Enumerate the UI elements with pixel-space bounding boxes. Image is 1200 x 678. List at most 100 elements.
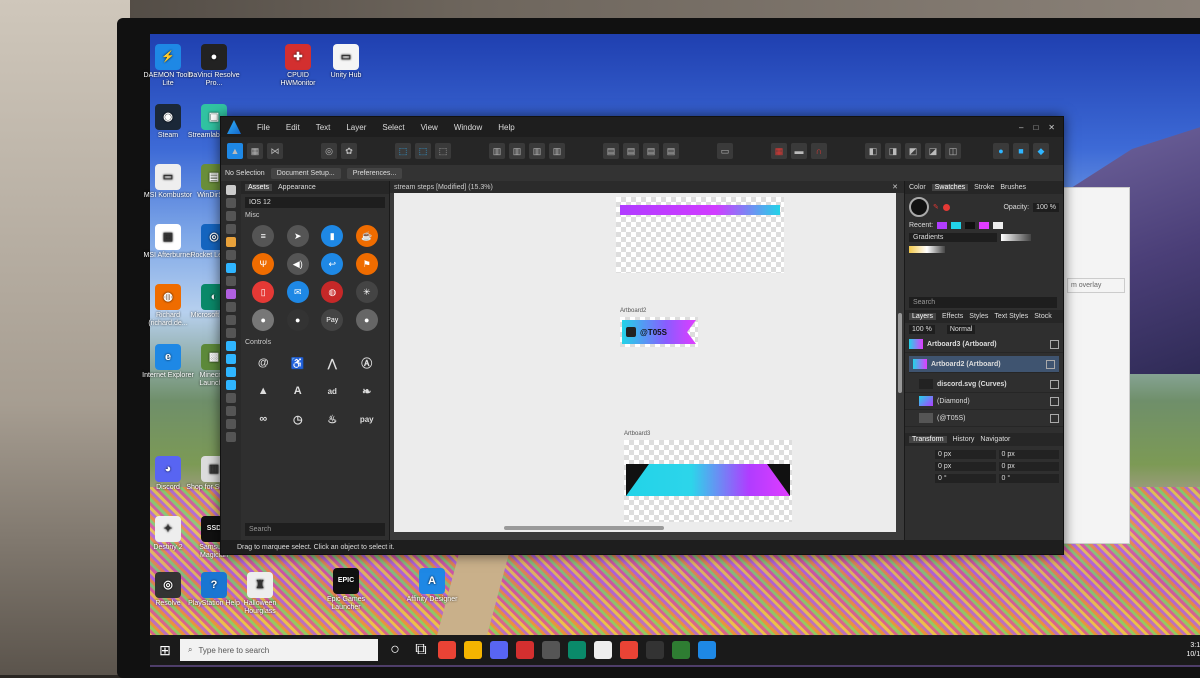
asset-icon[interactable]: ● [286, 309, 309, 331]
assistant-icon[interactable]: ● [993, 143, 1009, 159]
transform-icon[interactable]: ⬚ [415, 143, 431, 159]
section-controls[interactable]: Controls [245, 339, 385, 346]
layer-visibility-checkbox[interactable] [1050, 413, 1059, 423]
gradient-tool-icon[interactable] [226, 289, 236, 299]
control-asset-icon[interactable]: ❧ [356, 380, 378, 402]
control-asset-icon[interactable]: ⋀ [321, 352, 343, 374]
boolean-add-icon[interactable]: ◧ [865, 143, 881, 159]
desktop-icon[interactable]: A Affinity Designer [404, 568, 460, 604]
layer-row[interactable]: (Diamond) [905, 393, 1063, 410]
notepad-icon[interactable] [594, 641, 612, 659]
order-back-icon[interactable]: ▤ [603, 143, 619, 159]
pen-tool-icon[interactable] [226, 237, 236, 247]
preferences-button[interactable]: Preferences... [346, 167, 403, 179]
asset-icon[interactable]: ◍ [321, 281, 344, 303]
hand-tool-icon[interactable] [226, 419, 236, 429]
layer-row[interactable]: discord.svg (Curves) [905, 376, 1063, 393]
transform-h[interactable]: 0 px [998, 462, 1059, 471]
section-misc[interactable]: Misc [245, 212, 385, 219]
msi-icon[interactable] [646, 641, 664, 659]
layer-visibility-checkbox[interactable] [1050, 339, 1059, 349]
tab-swatches[interactable]: Swatches [931, 184, 969, 191]
rectangle-tool-icon[interactable] [226, 341, 236, 351]
pixel-persona-icon[interactable]: ▦ [247, 143, 263, 159]
edge-icon[interactable] [568, 641, 586, 659]
menu-window[interactable]: Window [446, 123, 490, 132]
affinity-taskbar-icon[interactable] [698, 641, 716, 659]
artboard-3[interactable] [624, 440, 792, 522]
place-image-tool-icon[interactable] [226, 315, 236, 325]
close-icon[interactable]: ✕ [1048, 123, 1055, 132]
pasteboard[interactable]: Artboard2 @T05S Artboard3 [394, 193, 902, 532]
tab-text-styles[interactable]: Text Styles [994, 313, 1028, 320]
document-title[interactable]: stream steps [Modified] (15.3%) [394, 184, 493, 191]
stream-banner[interactable]: @T05S [622, 320, 696, 344]
node-tool-icon[interactable] [226, 211, 236, 221]
artboard-2[interactable]: @T05S [620, 317, 698, 347]
export-persona-icon[interactable]: ⋈ [267, 143, 283, 159]
recent-swatch-black[interactable] [965, 222, 976, 229]
tab-styles[interactable]: Styles [969, 313, 988, 320]
swatches-search-input[interactable]: Search [909, 297, 1057, 308]
tab-appearance[interactable]: Appearance [278, 184, 316, 191]
asset-icon[interactable]: ⚑ [355, 253, 378, 275]
select-box-icon[interactable]: ⬚ [395, 143, 411, 159]
swatch-category-select[interactable]: Gradients [909, 233, 997, 242]
desktop-icon[interactable]: EPIC Epic Games Launcher [318, 568, 374, 612]
picker-tool-icon[interactable] [226, 406, 236, 416]
transparency-tool-icon[interactable] [226, 302, 236, 312]
flip-icon[interactable]: ▤ [643, 143, 659, 159]
tab-stroke[interactable]: Stroke [974, 184, 994, 191]
designer-persona-icon[interactable]: ▲ [227, 143, 243, 159]
discord-taskbar-icon[interactable] [490, 641, 508, 659]
control-asset-icon[interactable]: ♿ [287, 352, 309, 374]
layer-opacity[interactable]: 100 % [909, 325, 935, 334]
tab-transform[interactable]: Transform [909, 436, 947, 443]
snapping-icon[interactable]: ◎ [321, 143, 337, 159]
brush-tool-icon[interactable] [226, 263, 236, 273]
menu-file[interactable]: File [249, 123, 278, 132]
recent-swatch-purple[interactable] [937, 222, 948, 229]
cortana-icon[interactable]: ○ [386, 641, 404, 659]
asset-icon[interactable]: Pay [321, 309, 344, 331]
align-center-icon[interactable]: ▥ [509, 143, 525, 159]
layer-visibility-checkbox[interactable] [1046, 359, 1055, 369]
transform-w[interactable]: 0 px [998, 450, 1059, 459]
move-tool-icon[interactable] [226, 185, 236, 195]
document-setup-button[interactable]: Document Setup... [270, 167, 341, 179]
transform-shear[interactable]: 0 ° [998, 474, 1059, 483]
chrome-2-icon[interactable] [620, 641, 638, 659]
crop-tool-icon[interactable] [226, 328, 236, 338]
corner-icon[interactable]: ⬚ [435, 143, 451, 159]
arrange-icon[interactable]: ✿ [341, 143, 357, 159]
recent-swatch-cyan[interactable] [951, 222, 962, 229]
text-tool-icon[interactable] [226, 393, 236, 403]
menu-view[interactable]: View [413, 123, 446, 132]
menu-edit[interactable]: Edit [278, 123, 308, 132]
order-front-icon[interactable]: ▤ [623, 143, 639, 159]
asset-icon[interactable]: ☕ [355, 225, 378, 247]
menu-select[interactable]: Select [374, 123, 412, 132]
boolean-intersect-icon[interactable]: ◩ [905, 143, 921, 159]
asset-icon[interactable]: ▮ [321, 225, 344, 247]
tab-history[interactable]: History [953, 436, 975, 443]
asset-icon[interactable]: Ψ [252, 253, 275, 275]
asset-icon[interactable]: ✳ [355, 281, 378, 303]
control-asset-icon[interactable]: Ⓐ [356, 352, 378, 374]
chrome-icon[interactable] [438, 641, 456, 659]
canvas-area[interactable]: stream steps [Modified] (15.3%) ✕ Artboa… [390, 181, 904, 540]
boolean-divide-icon[interactable]: ◫ [945, 143, 961, 159]
tab-color[interactable]: Color [909, 184, 926, 191]
align-right-icon[interactable]: ▥ [529, 143, 545, 159]
blend-mode-select[interactable]: Normal [946, 325, 976, 334]
rounded-rect-tool-icon[interactable] [226, 367, 236, 377]
rotate-icon[interactable]: ▤ [663, 143, 679, 159]
asset-icon[interactable]: ↩ [321, 253, 344, 275]
snap-toggle-icon[interactable]: ▬ [791, 143, 807, 159]
banner-gradient[interactable] [626, 464, 790, 496]
assets-search-input[interactable]: Search [245, 523, 385, 536]
task-view-icon[interactable]: ⧉ [412, 641, 430, 659]
asset-icon[interactable]: ▯ [252, 281, 275, 303]
transform-x[interactable]: 0 px [935, 450, 996, 459]
minimize-icon[interactable]: – [1019, 123, 1023, 132]
